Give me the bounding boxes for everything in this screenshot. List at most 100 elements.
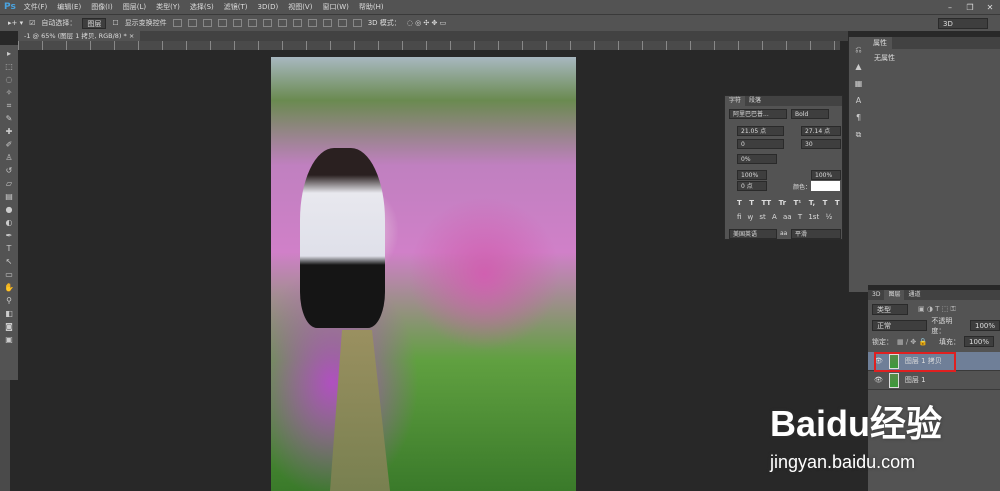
subscript-button[interactable]: T,	[809, 199, 815, 207]
layer-filter-dropdown[interactable]: 类型	[872, 304, 908, 315]
align-icon[interactable]	[187, 19, 197, 27]
align-icon[interactable]	[172, 19, 182, 27]
color-swatches-icon[interactable]: ◧	[4, 309, 14, 318]
filter-icons[interactable]: ▣ ◑ T ⬚ ⚿	[918, 305, 956, 314]
underline-button[interactable]: T	[823, 199, 828, 207]
distribute-icon[interactable]	[262, 19, 272, 27]
brush-tool-icon[interactable]: ✐	[4, 140, 14, 149]
distribute-icon[interactable]	[337, 19, 347, 27]
workspace-dropdown[interactable]: 3D	[938, 17, 988, 29]
hand-tool-icon[interactable]: ✋	[4, 283, 14, 292]
style-buttons[interactable]: T T TT Tr T¹ T, T T	[737, 199, 840, 207]
align-icon[interactable]	[232, 19, 242, 27]
layer-row-selected[interactable]: 👁 图层 1 拷贝	[868, 352, 1000, 372]
menu-layer[interactable]: 图层(L)	[123, 2, 146, 12]
fill-field[interactable]: 100%	[963, 336, 994, 347]
menu-file[interactable]: 文件(F)	[24, 2, 48, 12]
leading-field[interactable]: 27.14 点	[801, 126, 841, 136]
actions-panel-icon[interactable]: ▲	[854, 62, 864, 71]
menu-help[interactable]: 帮助(H)	[359, 2, 384, 12]
auto-align-icon[interactable]	[352, 19, 362, 27]
tab-3d[interactable]: 3D	[868, 290, 884, 300]
screen-mode-icon[interactable]: ▣	[4, 335, 14, 344]
stamp-tool-icon[interactable]: ♙	[4, 153, 14, 162]
small-caps-button[interactable]: Tr	[779, 199, 786, 207]
menu-edit[interactable]: 编辑(E)	[57, 2, 81, 12]
strikethrough-button[interactable]: T	[835, 199, 840, 207]
font-style-dropdown[interactable]: Bold	[791, 109, 829, 119]
magic-wand-icon[interactable]: ✧	[4, 88, 14, 97]
tracking-field[interactable]: 30	[801, 139, 841, 149]
move-tool-icon[interactable]: ▸	[4, 49, 14, 58]
titling-button[interactable]: T	[798, 213, 802, 221]
language-dropdown[interactable]: 美国英语	[729, 229, 777, 239]
tab-layers[interactable]: 图层	[884, 290, 905, 300]
character-panel-icon[interactable]: A	[854, 96, 864, 105]
blur-tool-icon[interactable]: ●	[4, 205, 14, 214]
paragraph-panel-icon[interactable]: ¶	[854, 113, 864, 122]
ordinals-button[interactable]: 1st	[808, 213, 819, 221]
show-transform-checkbox[interactable]: ☐	[112, 19, 118, 27]
menu-filter[interactable]: 滤镜(T)	[224, 2, 248, 12]
opacity-field[interactable]: 100%	[969, 320, 1000, 331]
eraser-icon[interactable]: ▱	[4, 179, 14, 188]
vertical-scale-field[interactable]: 100%	[737, 170, 767, 180]
ligatures-button[interactable]: fi	[737, 213, 741, 221]
distribute-icon[interactable]	[292, 19, 302, 27]
close-button[interactable]: ✕	[980, 1, 1000, 13]
stylistic-alternates-button[interactable]: aa	[783, 213, 792, 221]
font-size-field[interactable]: 21.05 点	[737, 126, 784, 136]
kerning-field[interactable]: 0	[737, 139, 784, 149]
dodge-tool-icon[interactable]: ◐	[4, 218, 14, 227]
align-icon[interactable]	[202, 19, 212, 27]
type-tool-icon[interactable]: T	[4, 244, 14, 253]
auto-select-checkbox[interactable]: ☑	[29, 19, 35, 27]
menu-3d[interactable]: 3D(D)	[258, 3, 279, 11]
menu-select[interactable]: 选择(S)	[190, 2, 214, 12]
3d-rotate-icon[interactable]: ◌ ◎ ✣ ✥ ▭	[407, 19, 446, 27]
font-family-dropdown[interactable]: 阿里巴巴普...	[729, 109, 787, 119]
distribute-icon[interactable]	[277, 19, 287, 27]
pen-tool-icon[interactable]: ✒	[4, 231, 14, 240]
faux-italic-button[interactable]: T	[749, 199, 754, 207]
shape-tool-icon[interactable]: ▭	[4, 270, 14, 279]
close-tab-icon[interactable]: ×	[129, 32, 134, 40]
history-brush-icon[interactable]: ↺	[4, 166, 14, 175]
path-selection-icon[interactable]: ↖	[4, 257, 14, 266]
horizontal-scale-field[interactable]: 100%	[811, 170, 841, 180]
superscript-button[interactable]: T¹	[794, 199, 802, 207]
eyedropper-icon[interactable]: ✎	[4, 114, 14, 123]
auto-select-dropdown[interactable]: 图层	[82, 17, 107, 29]
brush-panel-icon[interactable]: ▦	[854, 79, 864, 88]
all-caps-button[interactable]: TT	[761, 199, 771, 207]
menu-image[interactable]: 图像(I)	[91, 2, 113, 12]
tab-channels[interactable]: 通道	[904, 290, 924, 300]
tsume-field[interactable]: 0%	[737, 154, 777, 164]
tab-paragraph[interactable]: 段落	[745, 96, 765, 106]
healing-brush-icon[interactable]: ✚	[4, 127, 14, 136]
lock-icons[interactable]: ▦ ∕ ✥ 🔒	[897, 338, 927, 346]
fractions-button[interactable]: ½	[825, 213, 832, 221]
minimize-button[interactable]: –	[940, 1, 960, 13]
lasso-tool-icon[interactable]: ◌	[4, 75, 14, 84]
opentype-buttons[interactable]: fi ꝡ st A aa T 1st ½	[737, 213, 832, 222]
history-panel-icon[interactable]: ⎌	[854, 45, 864, 54]
move-tool-icon[interactable]: ▸+ ▾	[8, 19, 23, 27]
zoom-tool-icon[interactable]: ⚲	[4, 296, 14, 305]
marquee-tool-icon[interactable]: ⬚	[4, 62, 14, 71]
distribute-icon[interactable]	[307, 19, 317, 27]
document-tab[interactable]: -1 @ 65% (图层 1 拷贝, RGB/8) * ×	[18, 31, 141, 41]
faux-bold-button[interactable]: T	[737, 199, 742, 207]
align-icon[interactable]	[247, 19, 257, 27]
menu-type[interactable]: 类型(Y)	[156, 2, 180, 12]
quick-mask-icon[interactable]: ◙	[4, 322, 14, 331]
menu-view[interactable]: 视图(V)	[288, 2, 312, 12]
baseline-shift-field[interactable]: 0 点	[737, 181, 767, 191]
menu-window[interactable]: 窗口(W)	[322, 2, 348, 12]
distribute-icon[interactable]	[322, 19, 332, 27]
tab-character[interactable]: 字符	[725, 96, 746, 106]
gradient-tool-icon[interactable]: ▤	[4, 192, 14, 201]
align-icon[interactable]	[217, 19, 227, 27]
tab-properties[interactable]: 属性	[868, 37, 892, 49]
discretionary-ligatures-button[interactable]: ꝡ	[748, 213, 753, 221]
